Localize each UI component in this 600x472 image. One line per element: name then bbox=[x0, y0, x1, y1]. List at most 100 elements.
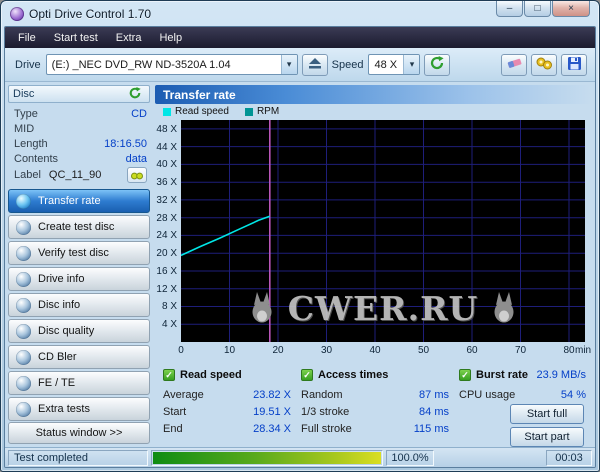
sidebar-item-label: CD Bler bbox=[38, 351, 77, 363]
sphere-icon bbox=[16, 297, 31, 313]
chevron-down-icon: ▾ bbox=[280, 55, 297, 74]
result-row: Full stroke 115 ms bbox=[301, 421, 449, 437]
eraser-icon bbox=[507, 57, 522, 73]
read-speed-checkbox[interactable]: ✓ bbox=[163, 369, 175, 381]
statusbar: Test completed 100.0% 00:03 bbox=[5, 447, 595, 467]
read-speed-results: ✓ Read speed Average 23.82 X Start 19.51… bbox=[163, 367, 291, 441]
result-row: End 28.34 X bbox=[163, 421, 291, 437]
disc-info-value: CD bbox=[131, 108, 147, 120]
sidebar-item-label: FE / TE bbox=[38, 377, 76, 389]
result-label: 1/3 stroke bbox=[301, 406, 350, 418]
sidebar-item-cd-bler[interactable]: CD Bler bbox=[8, 345, 150, 369]
y-tick-label: 48 X bbox=[156, 123, 177, 135]
check-icon: ✓ bbox=[461, 369, 469, 380]
menu-extra[interactable]: Extra bbox=[107, 27, 151, 48]
y-tick-label: 16 X bbox=[156, 265, 177, 277]
legend-label: RPM bbox=[256, 106, 280, 117]
y-tick-label: 24 X bbox=[156, 230, 177, 242]
sidebar-item-disc-info[interactable]: Disc info bbox=[8, 293, 150, 317]
sidebar-item-fe-te[interactable]: FE / TE bbox=[8, 371, 150, 395]
sidebar-item-label: Disc quality bbox=[38, 325, 95, 337]
save-report-button[interactable] bbox=[561, 53, 587, 76]
sidebar-item-create-test-disc[interactable]: Create test disc bbox=[8, 215, 150, 239]
sidebar-item-label: Drive info bbox=[38, 273, 85, 285]
result-label: Average bbox=[163, 389, 204, 401]
window-title: Opti Drive Control 1.70 bbox=[29, 6, 152, 21]
sidebar-item-extra-tests[interactable]: Extra tests bbox=[8, 397, 150, 421]
x-tick-label: 60 bbox=[466, 345, 478, 356]
result-row: Start 19.51 X bbox=[163, 404, 291, 420]
statusbar-spacer bbox=[437, 450, 543, 466]
refresh-button[interactable] bbox=[424, 53, 451, 76]
disc-label-button[interactable] bbox=[127, 167, 147, 183]
drive-dropdown[interactable]: (E:) _NEC DVD_RW ND-3520A 1.04 ▾ bbox=[45, 54, 298, 75]
disc-info-value: 18:16.50 bbox=[104, 138, 147, 150]
result-value: 84 ms bbox=[419, 406, 449, 418]
speed-label: Speed bbox=[331, 58, 364, 71]
y-tick-label: 20 X bbox=[156, 248, 177, 260]
disc-info: Type CD MID Length 18:16.50 Contents dat… bbox=[8, 103, 150, 188]
gears-icon bbox=[536, 57, 552, 73]
sidebar-item-drive-info[interactable]: Drive info bbox=[8, 267, 150, 291]
y-tick-label: 8 X bbox=[161, 301, 177, 313]
app-icon bbox=[10, 6, 24, 21]
menu-start-test[interactable]: Start test bbox=[45, 27, 107, 48]
speed-dropdown-value: 48 X bbox=[374, 58, 398, 71]
sphere-icon bbox=[16, 375, 31, 391]
y-tick-label: 28 X bbox=[156, 212, 177, 224]
legend-item-read-speed: Read speed bbox=[163, 106, 229, 117]
app-window: Opti Drive Control 1.70 – □ × File Start… bbox=[0, 0, 600, 472]
results-section-title: Read speed bbox=[180, 369, 242, 381]
toolbar: Drive (E:) _NEC DVD_RW ND-3520A 1.04 ▾ S… bbox=[5, 48, 595, 82]
result-value: 115 ms bbox=[413, 423, 449, 435]
disc-info-row: Length 18:16.50 bbox=[14, 137, 147, 152]
rpm-swatch-icon bbox=[244, 107, 253, 116]
status-window-button[interactable]: Status window >> bbox=[8, 422, 150, 444]
erase-disc-button[interactable] bbox=[501, 53, 527, 76]
sidebar-item-verify-test-disc[interactable]: Verify test disc bbox=[8, 241, 150, 265]
start-part-button[interactable]: Start part bbox=[510, 427, 584, 447]
sphere-icon bbox=[16, 193, 31, 209]
burst-rate-results: ✓ Burst rate 23.9 MB/s CPU usage 54 % St… bbox=[459, 367, 586, 447]
disc-info-label: Contents bbox=[14, 153, 59, 165]
y-tick-label: 32 X bbox=[156, 194, 177, 206]
result-label: Random bbox=[301, 389, 343, 401]
menubar: File Start test Extra Help bbox=[5, 27, 595, 48]
chart-zone: 4 X 8 X 12 X 16 X 20 X 24 X 28 X 32 X 36 X 40 X 44… bbox=[155, 120, 592, 362]
rescan-disc-button[interactable] bbox=[125, 86, 145, 102]
result-label: Start bbox=[163, 406, 187, 418]
maximize-button[interactable]: □ bbox=[524, 1, 551, 17]
burst-rate-checkbox[interactable]: ✓ bbox=[459, 369, 471, 381]
minimize-button[interactable]: – bbox=[496, 1, 523, 17]
titlebar[interactable]: Opti Drive Control 1.70 – □ × bbox=[4, 1, 596, 26]
access-times-checkbox[interactable]: ✓ bbox=[301, 369, 313, 381]
eject-button[interactable] bbox=[301, 53, 328, 76]
speed-dropdown[interactable]: 48 X ▾ bbox=[368, 54, 421, 75]
result-value: 23.82 X bbox=[253, 389, 291, 401]
x-tick-label: 0 bbox=[178, 345, 184, 356]
chart-svg bbox=[181, 120, 585, 342]
sidebar-item-label: Disc info bbox=[38, 299, 81, 311]
close-button[interactable]: × bbox=[552, 1, 590, 17]
results-section-title: Access times bbox=[318, 369, 389, 381]
sidebar-item-label: Transfer rate bbox=[38, 195, 101, 207]
disc-info-row: Contents data bbox=[14, 152, 147, 167]
drive-label: Drive bbox=[15, 58, 41, 71]
progress-fill bbox=[153, 451, 381, 464]
drive-dropdown-value: (E:) _NEC DVD_RW ND-3520A 1.04 bbox=[51, 58, 231, 71]
sidebar-item-disc-quality[interactable]: Disc quality bbox=[8, 319, 150, 343]
sidebar-item-transfer-rate[interactable]: Transfer rate bbox=[8, 189, 150, 213]
chart-legend: Read speed RPM bbox=[155, 104, 592, 119]
access-times-results: ✓ Access times Random 87 ms 1/3 stroke 8… bbox=[301, 367, 449, 441]
result-value: 54 % bbox=[560, 389, 586, 401]
disc-info-label: Length bbox=[14, 138, 48, 150]
sidebar: Disc Type CD MID Length 18:16.50 Content… bbox=[8, 85, 150, 444]
x-tick-label: 30 bbox=[320, 345, 333, 356]
menu-help[interactable]: Help bbox=[150, 27, 191, 48]
disc-header-label: Disc bbox=[13, 88, 35, 100]
panel-title: Transfer rate bbox=[163, 87, 236, 102]
start-full-button[interactable]: Start full bbox=[510, 404, 584, 424]
y-tick-label: 40 X bbox=[156, 159, 177, 171]
settings-button[interactable] bbox=[531, 53, 557, 76]
menu-file[interactable]: File bbox=[9, 27, 45, 48]
